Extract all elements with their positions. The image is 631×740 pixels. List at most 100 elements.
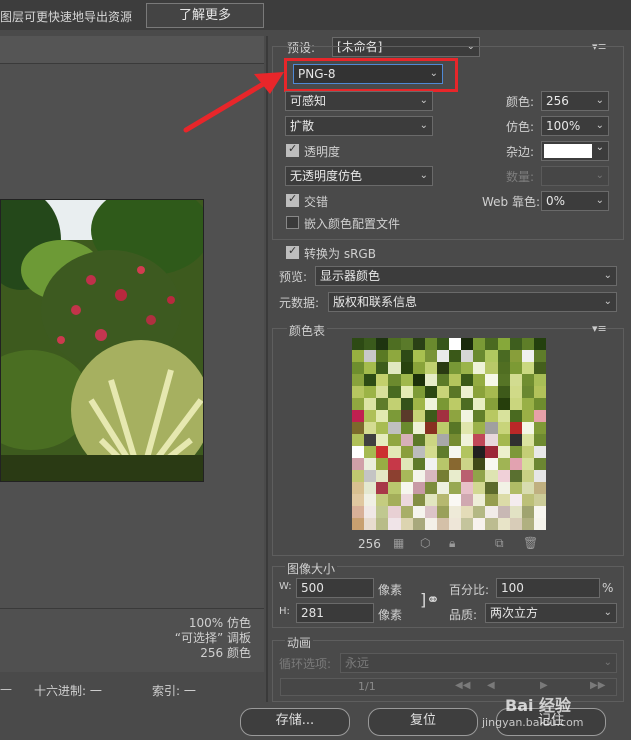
color-swatch[interactable] xyxy=(473,470,486,482)
color-swatch[interactable] xyxy=(376,338,389,350)
color-swatch[interactable] xyxy=(497,374,510,386)
color-swatch[interactable] xyxy=(533,410,546,422)
color-swatch[interactable] xyxy=(521,458,534,470)
color-swatch[interactable] xyxy=(424,338,437,350)
color-swatch[interactable] xyxy=(533,470,546,482)
color-swatch[interactable] xyxy=(509,398,522,410)
color-swatch[interactable] xyxy=(485,434,498,446)
color-swatch[interactable] xyxy=(424,482,437,494)
dither-algo-select[interactable]: 扩散 ⌄ xyxy=(285,116,433,136)
color-swatch[interactable] xyxy=(509,494,522,506)
color-swatch[interactable] xyxy=(533,362,546,374)
color-swatch[interactable] xyxy=(400,398,413,410)
color-swatch[interactable] xyxy=(521,494,534,506)
color-swatch[interactable] xyxy=(461,398,474,410)
color-swatch[interactable] xyxy=(497,350,510,362)
color-swatch[interactable] xyxy=(449,386,462,398)
color-table-grid[interactable] xyxy=(352,338,546,530)
color-swatch[interactable] xyxy=(473,446,486,458)
color-swatch[interactable] xyxy=(352,482,365,494)
color-swatch[interactable] xyxy=(352,338,365,350)
map-transparent-icon[interactable]: ▦ xyxy=(393,536,404,550)
matte-color-swatch[interactable]: ⌄ xyxy=(541,141,609,161)
color-swatch[interactable] xyxy=(388,470,401,482)
color-swatch[interactable] xyxy=(485,518,498,530)
play-icon[interactable]: ▶ xyxy=(540,680,548,691)
color-swatch[interactable] xyxy=(424,494,437,506)
color-swatch[interactable] xyxy=(412,458,425,470)
color-swatch[interactable] xyxy=(509,506,522,518)
color-swatch[interactable] xyxy=(400,350,413,362)
color-swatch[interactable] xyxy=(376,506,389,518)
color-swatch[interactable] xyxy=(497,494,510,506)
quality-select[interactable]: 两次立方 ⌄ xyxy=(485,603,617,623)
color-swatch[interactable] xyxy=(485,446,498,458)
color-swatch[interactable] xyxy=(388,458,401,470)
color-swatch[interactable] xyxy=(412,506,425,518)
color-swatch[interactable] xyxy=(509,374,522,386)
color-swatch[interactable] xyxy=(533,386,546,398)
color-swatch[interactable] xyxy=(521,518,534,530)
color-swatch[interactable] xyxy=(424,506,437,518)
color-swatch[interactable] xyxy=(449,434,462,446)
color-swatch[interactable] xyxy=(485,350,498,362)
color-swatch[interactable] xyxy=(436,482,449,494)
color-swatch[interactable] xyxy=(436,506,449,518)
color-swatch[interactable] xyxy=(449,398,462,410)
color-swatch[interactable] xyxy=(376,350,389,362)
color-swatch[interactable] xyxy=(533,446,546,458)
color-swatch[interactable] xyxy=(509,482,522,494)
color-swatch[interactable] xyxy=(509,470,522,482)
color-swatch[interactable] xyxy=(473,374,486,386)
save-button[interactable]: 存储... xyxy=(240,708,350,736)
color-swatch[interactable] xyxy=(473,434,486,446)
color-swatch[interactable] xyxy=(400,446,413,458)
reduction-select[interactable]: 可感知 ⌄ xyxy=(285,91,433,111)
color-swatch[interactable] xyxy=(485,374,498,386)
color-swatch[interactable] xyxy=(461,338,474,350)
color-swatch[interactable] xyxy=(473,518,486,530)
color-swatch[interactable] xyxy=(461,386,474,398)
color-swatch[interactable] xyxy=(497,386,510,398)
color-swatch[interactable] xyxy=(400,410,413,422)
color-swatch[interactable] xyxy=(424,350,437,362)
color-swatch[interactable] xyxy=(436,398,449,410)
learn-more-button[interactable]: 了解更多 xyxy=(146,3,264,28)
color-swatch[interactable] xyxy=(436,362,449,374)
color-swatch[interactable] xyxy=(352,386,365,398)
color-swatch[interactable] xyxy=(364,470,377,482)
color-swatch[interactable] xyxy=(388,506,401,518)
color-swatch[interactable] xyxy=(352,494,365,506)
color-swatch[interactable] xyxy=(364,422,377,434)
color-swatch[interactable] xyxy=(449,350,462,362)
color-swatch[interactable] xyxy=(424,518,437,530)
color-swatch[interactable] xyxy=(509,350,522,362)
color-swatch[interactable] xyxy=(424,422,437,434)
color-swatch[interactable] xyxy=(533,422,546,434)
interlaced-checkbox[interactable] xyxy=(286,192,299,207)
color-swatch[interactable] xyxy=(436,338,449,350)
color-swatch[interactable] xyxy=(376,494,389,506)
color-swatch[interactable] xyxy=(521,446,534,458)
prev-frame-icon[interactable]: ◀ xyxy=(487,680,495,691)
color-swatch[interactable] xyxy=(400,338,413,350)
color-swatch[interactable] xyxy=(364,434,377,446)
color-swatch[interactable] xyxy=(473,482,486,494)
color-swatch[interactable] xyxy=(352,470,365,482)
color-swatch[interactable] xyxy=(352,374,365,386)
color-swatch[interactable] xyxy=(521,422,534,434)
color-swatch[interactable] xyxy=(400,470,413,482)
metadata-select[interactable]: 版权和联系信息 ⌄ xyxy=(328,292,617,312)
color-swatch[interactable] xyxy=(461,446,474,458)
color-swatch[interactable] xyxy=(364,338,377,350)
first-frame-icon[interactable]: ◀◀ xyxy=(455,680,470,691)
color-swatch[interactable] xyxy=(473,362,486,374)
color-swatch[interactable] xyxy=(364,518,377,530)
color-swatch[interactable] xyxy=(533,350,546,362)
color-swatch[interactable] xyxy=(412,338,425,350)
color-swatch[interactable] xyxy=(449,410,462,422)
color-swatch[interactable] xyxy=(424,398,437,410)
color-swatch[interactable] xyxy=(364,386,377,398)
color-swatch[interactable] xyxy=(449,470,462,482)
color-swatch[interactable] xyxy=(400,494,413,506)
